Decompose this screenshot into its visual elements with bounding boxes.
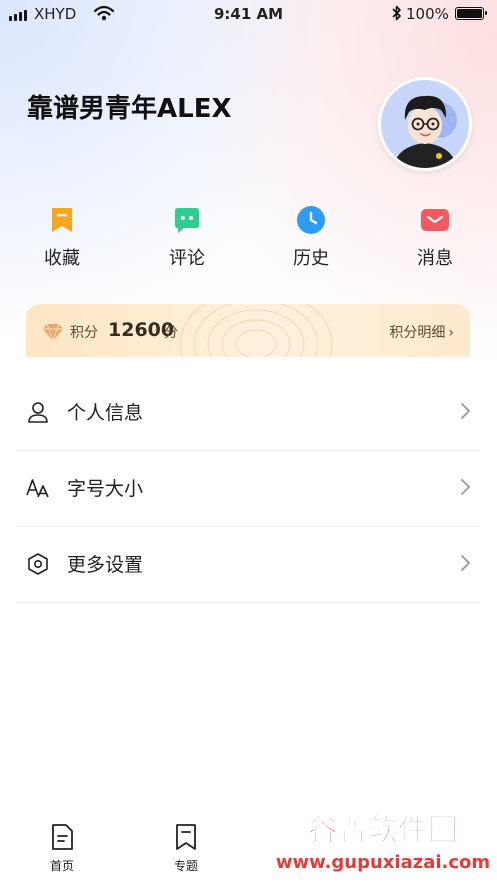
quick-action-label: 评论 bbox=[169, 248, 205, 269]
clock-icon bbox=[297, 206, 325, 234]
quick-action-label: 历史 bbox=[293, 248, 329, 269]
points-card[interactable]: 积分 12600 分 积分明细 › bbox=[26, 304, 470, 360]
menu-item-label: 个人信息 bbox=[67, 402, 144, 424]
chevron-right-icon bbox=[461, 403, 471, 419]
points-label: 积分 bbox=[70, 325, 98, 341]
contour-decoration bbox=[179, 304, 333, 360]
svg-text:谷普软件园: 谷普软件园 bbox=[308, 813, 458, 848]
points-detail-link[interactable]: 积分明细 › bbox=[389, 322, 454, 342]
tab-label: 首页 bbox=[49, 859, 74, 873]
quick-action-comments[interactable]: 评论 bbox=[152, 205, 222, 270]
menu-item-font-size[interactable]: 字号大小 bbox=[16, 450, 480, 527]
svg-text:www.gupuxiazai.com: www.gupuxiazai.com bbox=[276, 852, 490, 873]
tab-topics[interactable]: 专题 bbox=[156, 823, 216, 874]
avatar[interactable] bbox=[378, 77, 472, 171]
points-unit: 分 bbox=[164, 325, 178, 341]
battery-icon bbox=[455, 7, 487, 20]
status-bar: XHYD 9:41 AM 100% bbox=[0, 0, 497, 30]
points-detail-label: 积分明细 bbox=[389, 325, 446, 341]
quick-action-label: 消息 bbox=[417, 248, 453, 269]
diamond-icon bbox=[43, 323, 63, 342]
menu-item-more-settings[interactable]: 更多设置 bbox=[16, 526, 480, 603]
bluetooth-icon bbox=[392, 5, 401, 21]
chevron-right-icon: › bbox=[448, 325, 454, 341]
menu-item-label: 更多设置 bbox=[67, 554, 144, 576]
mail-icon bbox=[421, 209, 449, 231]
chevron-right-icon bbox=[461, 555, 471, 571]
quick-action-label: 收藏 bbox=[44, 248, 80, 269]
bookmark-outline-icon bbox=[176, 824, 196, 850]
menu-item-personal-info[interactable]: 个人信息 bbox=[16, 374, 480, 451]
quick-action-favorites[interactable]: 收藏 bbox=[27, 205, 97, 270]
tab-label: 专题 bbox=[173, 859, 198, 873]
quick-action-messages[interactable]: 消息 bbox=[400, 205, 470, 270]
quick-action-history[interactable]: 历史 bbox=[276, 205, 346, 270]
bookmark-icon bbox=[52, 208, 72, 232]
menu-item-label: 字号大小 bbox=[67, 478, 144, 500]
watermark-logo: 谷普软件园 www.gupuxiazai.com bbox=[272, 804, 494, 880]
document-icon bbox=[52, 824, 73, 850]
battery-percent: 100% bbox=[406, 5, 449, 23]
comment-icon bbox=[175, 208, 199, 233]
user-icon bbox=[28, 402, 48, 423]
chevron-right-icon bbox=[461, 479, 471, 495]
tab-home[interactable]: 首页 bbox=[32, 823, 92, 874]
username: 靠谱男青年ALEX bbox=[27, 94, 232, 124]
hexagon-settings-icon bbox=[28, 553, 48, 575]
font-size-icon bbox=[26, 479, 49, 498]
